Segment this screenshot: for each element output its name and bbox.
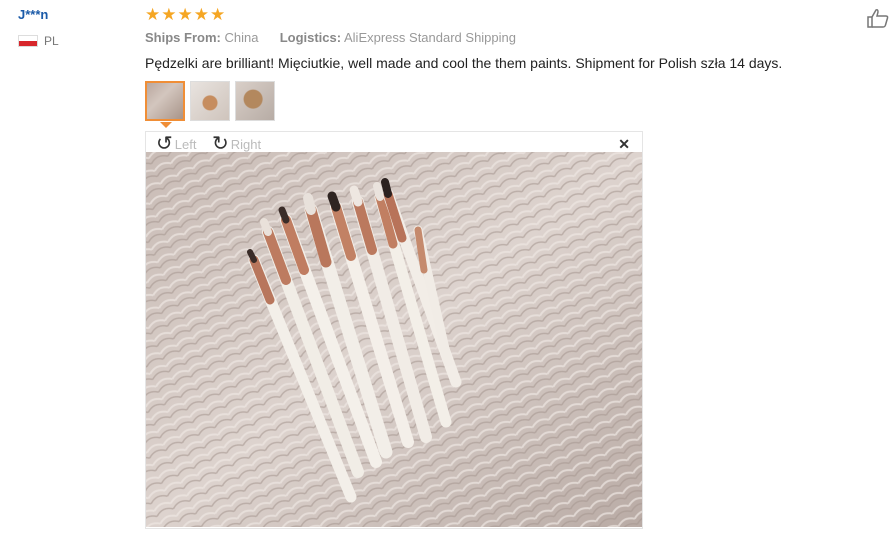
star-rating: ★ ★ ★ ★ ★ [145,6,225,23]
rotate-left-icon: ↺ [156,133,173,155]
close-icon[interactable]: ✕ [618,136,630,153]
logistics-value: AliExpress Standard Shipping [344,30,516,45]
image-viewer: ↺ Left ↻ Right ✕ [145,131,643,529]
brushes-photo-image [146,152,642,527]
reviewer-name[interactable]: J***n [18,7,48,22]
thumbs-up-icon[interactable] [866,8,890,28]
rotate-left-label: Left [174,136,197,152]
review-thumbnails [145,81,275,121]
ships-from-value: China [224,30,259,45]
reviewer-country: PL [18,34,59,48]
rotate-right-label: Right [230,136,262,152]
review-photo [146,152,642,527]
shipping-info: Ships From: China Logistics: AliExpress … [145,30,516,45]
star-icon: ★ [161,5,177,24]
star-icon: ★ [177,5,193,24]
rotate-right-button[interactable]: ↻ Right [212,134,261,154]
review-text: Pędzelki are brilliant! Mięciutkie, well… [145,55,783,71]
thumbnail-1[interactable] [145,81,185,121]
ships-from-label: Ships From: [145,30,221,45]
star-icon: ★ [145,5,161,24]
active-thumbnail-indicator [160,122,172,128]
poland-flag-icon [18,35,38,47]
country-code: PL [44,34,59,48]
logistics-label: Logistics: [279,30,342,45]
star-icon: ★ [210,5,226,24]
thumbnail-3[interactable] [235,81,275,121]
rotate-right-icon: ↻ [212,133,229,155]
star-icon: ★ [193,5,209,24]
rotate-left-button[interactable]: ↺ Left [156,134,196,154]
thumbnail-2[interactable] [190,81,230,121]
